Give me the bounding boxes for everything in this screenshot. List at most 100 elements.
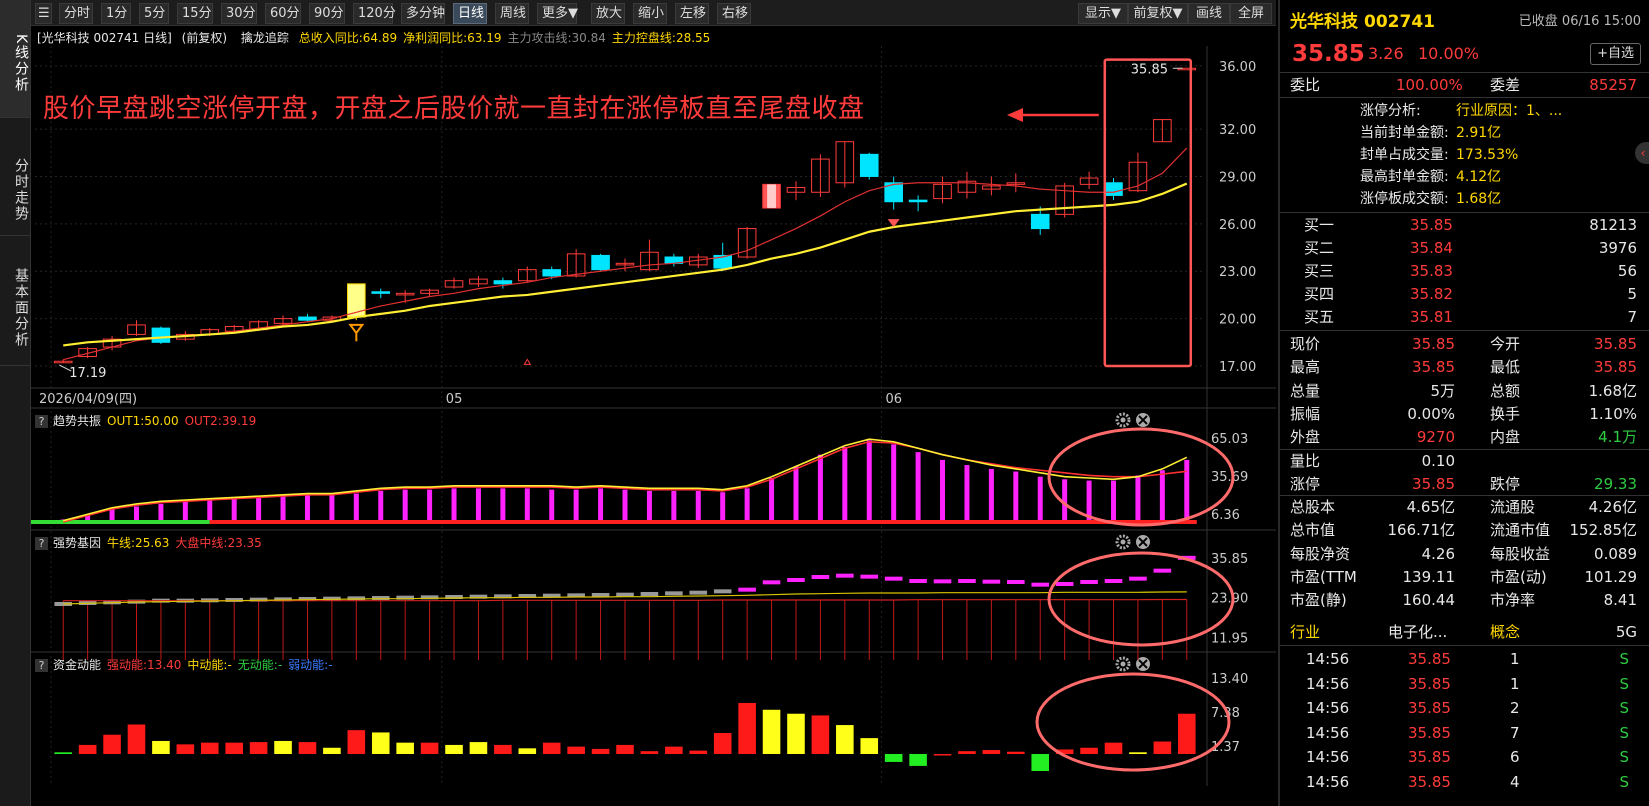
gene-bar	[909, 579, 927, 583]
buy-price: 35.84	[1410, 239, 1453, 257]
period-button-8[interactable]: 多分钟	[401, 3, 445, 24]
period-button-1[interactable]: 1分	[101, 3, 131, 24]
period-button-9[interactable]: 日线	[453, 3, 487, 24]
panel-title[interactable]: 趋势共振	[53, 414, 101, 428]
panel-tick-label: 6.36	[1211, 508, 1240, 523]
candle	[640, 239, 659, 272]
tick-side: S	[1619, 748, 1629, 766]
tick-price: 35.85	[1408, 772, 1451, 791]
limit-up-analysis: 涨停分析: 行业原因：1、... 当前封单金额: 2.91亿 封单占成交量: 173.53…	[1280, 98, 1649, 212]
tab-fundamentals[interactable]: 基本面分析	[0, 236, 30, 366]
buy-row[interactable]: 买一 35.85 81213	[1280, 213, 1649, 237]
tab-intraday[interactable]: 分时走势	[0, 118, 30, 236]
stat-label: 振幅	[1290, 404, 1321, 423]
view-button-1[interactable]: 前复权▼	[1128, 3, 1188, 24]
tick-price: 35.85	[1408, 674, 1451, 693]
panel-settings-icon[interactable]	[1115, 412, 1131, 428]
period-button-3[interactable]: 15分	[177, 3, 213, 24]
stat-label: 总股本	[1290, 498, 1336, 517]
buy-row[interactable]: 买三 35.83 56	[1280, 259, 1649, 283]
candle	[53, 359, 73, 364]
tick-list[interactable]: 14:56 35.85 1 S 14:56 35.85 1 S 14:56 35.85 2 S 14:5…	[1280, 647, 1649, 806]
trend-bar	[842, 446, 848, 522]
stat-label: 换手	[1490, 404, 1521, 423]
trend-bar	[1135, 475, 1141, 522]
tab-kline-analysis[interactable]: K线分析	[0, 0, 30, 118]
gene-bar	[860, 574, 879, 579]
stat-label: 市净率	[1490, 591, 1536, 610]
fund-bar	[1031, 754, 1050, 772]
panel-close-icon[interactable]	[1136, 413, 1150, 427]
panel-close-icon[interactable]	[1136, 535, 1150, 549]
stock-code: 002741	[1364, 12, 1435, 32]
period-button-11[interactable]: 更多▼	[537, 3, 578, 24]
action-button-3[interactable]: 右移	[717, 3, 751, 24]
trend-bar	[988, 468, 994, 522]
price-tick-label: 26.00	[1219, 218, 1256, 233]
price-tick-label: 29.00	[1219, 170, 1256, 185]
trend-bar	[182, 501, 188, 522]
panel-help-icon[interactable]: ?	[35, 537, 48, 550]
tick-time: 14:56	[1306, 699, 1350, 717]
action-button-0[interactable]: 放大	[591, 3, 625, 24]
add-watchlist-button[interactable]: +自选	[1590, 43, 1641, 65]
candle	[273, 315, 293, 325]
panel-value: 弱动能:-	[288, 658, 333, 672]
stats-row: 涨停 35.85 跌停 29.33	[1280, 472, 1649, 496]
fund-bar	[591, 748, 610, 754]
period-button-4[interactable]: 30分	[221, 3, 257, 24]
tick-volume: 7	[1510, 723, 1520, 742]
price-change: 3.26	[1368, 44, 1404, 63]
view-button-2[interactable]: 画线	[1188, 3, 1230, 24]
panel-title[interactable]: 强势基因	[53, 536, 101, 550]
period-button-6[interactable]: 90分	[309, 3, 345, 24]
stat-label: 市盈(TTM	[1290, 568, 1357, 586]
buy-row[interactable]: 买五 35.81 7	[1280, 305, 1649, 329]
panel-help-icon[interactable]: ?	[35, 415, 48, 428]
fund-bar	[78, 744, 97, 754]
tick-volume: 1	[1510, 674, 1520, 693]
gene-bar	[640, 592, 659, 596]
panel-value: 强动能:13.40	[107, 658, 182, 672]
stat-label: 总额	[1490, 381, 1521, 400]
candle	[786, 181, 806, 201]
tick-volume: 2	[1510, 699, 1520, 717]
candle	[347, 283, 366, 321]
panel-value: 大盘中线:23.35	[175, 536, 262, 550]
limit-value[interactable]: 行业原因：1、...	[1456, 100, 1562, 122]
panel-title[interactable]: 资金动能	[53, 658, 101, 672]
buy-row[interactable]: 买二 35.84 3976	[1280, 236, 1649, 260]
period-button-7[interactable]: 120分	[353, 3, 396, 24]
period-button-10[interactable]: 周线	[495, 3, 529, 24]
panel-settings-icon[interactable]	[1115, 656, 1131, 672]
buy-row[interactable]: 买四 35.82 5	[1280, 282, 1649, 306]
chart-svg[interactable]: 36.00 32.00 29.00 26.00 23.00 20.00 17.00 2026/…	[31, 46, 1276, 806]
order-book-buy: 买一 35.85 81213 买二 35.84 3976 买三 35.83 56 买四 35.82 5…	[1280, 213, 1649, 329]
stat-label: 每股净资	[1290, 544, 1351, 563]
panel-help-icon[interactable]: ?	[35, 659, 48, 672]
concept-value[interactable]: 5G	[1616, 620, 1637, 644]
industry-value[interactable]: 电子化...	[1388, 620, 1447, 644]
period-button-2[interactable]: 5分	[139, 3, 169, 24]
action-button-1[interactable]: 缩小	[633, 3, 667, 24]
stat-value: 166.71亿	[1387, 521, 1456, 540]
weicha-label: 委差	[1490, 76, 1521, 94]
stat-label: 流通股	[1490, 498, 1536, 517]
period-button-0[interactable]: 分时	[59, 3, 93, 24]
view-button-0[interactable]: 显示▼	[1078, 3, 1128, 24]
action-button-2[interactable]: 左移	[675, 3, 709, 24]
industry-label: 行业	[1290, 623, 1321, 641]
panel-settings-icon[interactable]	[1115, 534, 1131, 550]
trend-bar	[402, 489, 408, 522]
trend-bar	[451, 488, 457, 522]
stat-label: 跌停	[1490, 474, 1521, 493]
period-button-5[interactable]: 60分	[265, 3, 301, 24]
candle	[982, 176, 1001, 196]
trend-bar	[1013, 471, 1019, 522]
chart-menu-icon[interactable]: ☰	[35, 3, 52, 24]
view-button-3[interactable]: 全屏	[1230, 3, 1272, 24]
indicator-name[interactable]: 擒龙追踪	[241, 31, 289, 45]
fund-bar	[518, 748, 537, 754]
panel-tick-label: 11.95	[1211, 632, 1248, 647]
stat-label: 最低	[1490, 358, 1521, 377]
